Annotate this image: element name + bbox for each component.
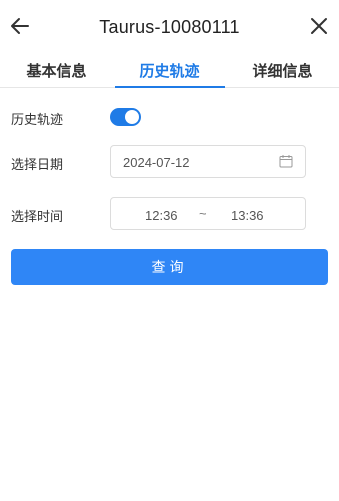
history-track-label: 历史轨迹 — [11, 112, 64, 127]
time-row: 选择时间 12:36 ~ 13:36 — [11, 197, 328, 231]
history-track-toggle[interactable] — [110, 108, 141, 126]
tab-detail-info[interactable]: 详细信息 — [226, 54, 339, 87]
tab-bar: 基本信息 历史轨迹 详细信息 — [0, 54, 339, 88]
date-label: 选择日期 — [11, 157, 64, 172]
time-start[interactable]: 12:36 — [145, 208, 178, 223]
close-icon — [311, 18, 327, 34]
tab-history-track[interactable]: 历史轨迹 — [113, 54, 226, 88]
time-label: 选择时间 — [11, 209, 64, 224]
header: Taurus-10080111 — [0, 0, 339, 54]
time-separator: ~ — [199, 206, 207, 221]
toggle-knob — [125, 110, 139, 124]
history-track-row: 历史轨迹 — [11, 108, 328, 128]
calendar-icon — [279, 155, 293, 168]
date-picker-input[interactable]: 2024-07-12 — [110, 145, 306, 178]
close-button[interactable] — [307, 14, 331, 38]
query-button[interactable]: 查询 — [11, 249, 328, 285]
time-end[interactable]: 13:36 — [231, 208, 264, 223]
date-row: 选择日期 2024-07-12 — [11, 145, 328, 179]
time-range-input[interactable]: 12:36 ~ 13:36 — [110, 197, 306, 230]
page-title: Taurus-10080111 — [99, 17, 240, 37]
tab-basic-info[interactable]: 基本信息 — [0, 54, 113, 87]
date-value: 2024-07-12 — [123, 155, 190, 170]
